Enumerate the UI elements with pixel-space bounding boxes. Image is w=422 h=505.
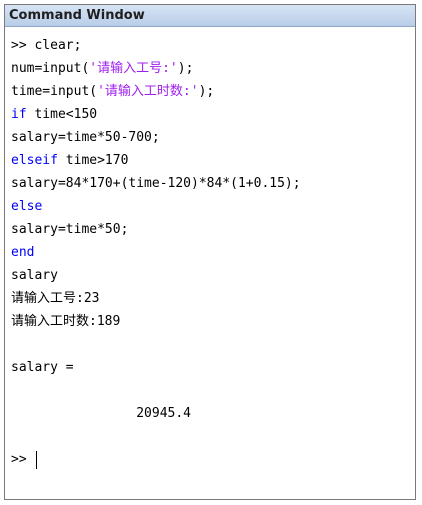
command-text: ); [177, 61, 194, 76]
keyword: end [11, 245, 35, 260]
command-text: clear; [34, 38, 82, 53]
output-text: 请输入工时数:189 [11, 314, 121, 329]
command-line-if: if time<150 [11, 103, 415, 126]
command-output[interactable]: >> clear; num=input('请输入工号:'); time=inpu… [5, 34, 415, 499]
keyword: elseif [11, 153, 58, 168]
keyword: else [11, 199, 43, 214]
command-window[interactable]: Command Window >> clear; num=input('请输入工… [4, 4, 416, 500]
command-line-else: else [11, 195, 415, 218]
output-line-salary-label: salary = [11, 356, 415, 379]
command-text: time>170 [57, 153, 129, 168]
output-line-num: 请输入工号:23 [11, 287, 415, 310]
command-line-salary-normal: salary=time*50; [11, 218, 415, 241]
command-text: ); [198, 84, 215, 99]
output-line-time: 请输入工时数:189 [11, 310, 415, 333]
text-cursor [36, 450, 38, 469]
prompt-symbol: >> [11, 38, 35, 53]
command-line-salary-display: salary [11, 264, 415, 287]
command-text: salary=84*170+(time-120)*84*(1+0.15); [11, 176, 301, 191]
string-literal: '请输入工号:' [89, 61, 178, 76]
active-prompt-line[interactable]: >> [11, 448, 415, 471]
command-line-elseif: elseif time>170 [11, 149, 415, 172]
command-text: time=input( [11, 84, 98, 99]
command-window-title: Command Window [9, 8, 145, 23]
command-text: salary [11, 268, 58, 283]
command-line-num-input: num=input('请输入工号:'); [11, 57, 415, 80]
command-text: num=input( [11, 61, 90, 76]
prompt-symbol: >> [11, 452, 35, 467]
output-text: salary = [11, 360, 74, 375]
command-line-salary-high: salary=84*170+(time-120)*84*(1+0.15); [11, 172, 415, 195]
command-text: salary=time*50; [11, 222, 129, 237]
keyword: if [11, 107, 27, 122]
command-line-end: end [11, 241, 415, 264]
command-line-clear: >> clear; [11, 34, 415, 57]
command-text: salary=time*50-700; [11, 130, 160, 145]
result-value: 20945.4 [11, 406, 192, 421]
command-line-time-input: time=input('请输入工时数:'); [11, 80, 415, 103]
command-window-titlebar: Command Window [5, 5, 415, 27]
output-text: 请输入工号:23 [11, 291, 100, 306]
command-text: time<150 [26, 107, 98, 122]
command-line-salary-low: salary=time*50-700; [11, 126, 415, 149]
string-literal: '请输入工时数:' [97, 84, 199, 99]
output-line-salary-value: 20945.4 [11, 402, 415, 425]
